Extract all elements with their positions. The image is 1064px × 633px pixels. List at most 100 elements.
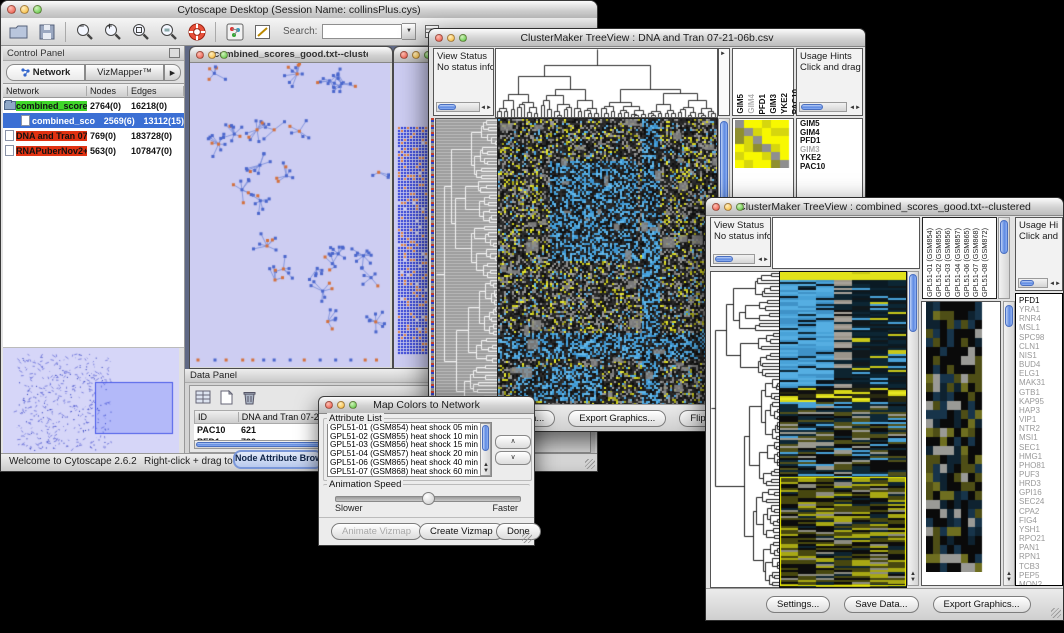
settings-button[interactable]: Settings... (766, 596, 830, 613)
gene-label[interactable]: MSI1 (1019, 433, 1062, 442)
help-lifebuoy-icon[interactable] (185, 20, 208, 43)
network-overview-thumbnail[interactable] (3, 348, 179, 456)
gene-label[interactable]: HMG1 (1019, 452, 1062, 461)
network-canvas[interactable] (190, 63, 390, 367)
zoom-out-icon[interactable]: − (73, 20, 96, 43)
minimize-icon[interactable] (724, 203, 732, 211)
minimize-icon[interactable] (447, 34, 455, 42)
gene-label[interactable]: KAP95 (1019, 397, 1062, 406)
zoom-window-icon[interactable] (220, 51, 228, 59)
treeview1-titlebar[interactable]: ClusterMaker TreeView : DNA and Tran 07-… (429, 29, 865, 47)
treeview2-heatmap[interactable] (779, 271, 907, 588)
usage-hints-hscrollbar[interactable] (1018, 278, 1048, 288)
gene-label[interactable]: NTR2 (1019, 424, 1062, 433)
open-file-icon[interactable] (7, 20, 30, 43)
treeview1-column-dendrogram[interactable] (495, 48, 718, 118)
treeview2-row-dendrogram[interactable] (710, 271, 780, 588)
search-combobox[interactable]: ▼ (322, 23, 416, 40)
minimize-icon[interactable] (208, 51, 216, 59)
tab-overflow-icon[interactable]: ▶ (164, 64, 181, 81)
zoom-in-icon[interactable]: + (101, 20, 124, 43)
gene-label[interactable]: PAN1 (1019, 543, 1062, 552)
gene-label[interactable]: CPA2 (1019, 507, 1062, 516)
treeview2-titlebar[interactable]: ClusterMaker TreeView : combined_scores_… (706, 198, 1063, 216)
view-status-hscrollbar[interactable] (713, 254, 755, 264)
gene-label[interactable]: NIS1 (1019, 351, 1062, 360)
close-icon[interactable] (712, 203, 720, 211)
close-icon[interactable] (7, 5, 16, 14)
gene-label[interactable]: PUF3 (1019, 470, 1062, 479)
gene-label[interactable]: RPO21 (1019, 534, 1062, 543)
gene-label[interactable]: GPI16 (1019, 488, 1062, 497)
gene-label[interactable]: BUD4 (1019, 360, 1062, 369)
gene-label[interactable]: MSL1 (1019, 323, 1062, 332)
gene-label[interactable]: FIG4 (1019, 516, 1062, 525)
animate-vizmap-button[interactable]: Animate Vizmap (331, 523, 422, 540)
network-list-row[interactable]: combined_sco2569(6)13112(15) (3, 113, 184, 128)
new-attribute-icon[interactable] (217, 388, 235, 406)
gene-label[interactable]: PFD1 (1019, 296, 1062, 305)
close-icon[interactable] (196, 51, 204, 59)
zoom-fit-icon[interactable] (129, 20, 152, 43)
resize-grip[interactable] (1051, 608, 1061, 618)
main-titlebar[interactable]: Cytoscape Desktop (Session Name: collins… (1, 1, 597, 19)
treeview1-heatmap[interactable] (497, 118, 718, 409)
attribute-list-item[interactable]: GPL51-07 (GSM868) heat shock 60 min (328, 467, 491, 476)
gene-label[interactable]: SEC1 (1019, 443, 1062, 452)
view-status-hscrollbar[interactable] (436, 102, 480, 112)
treeview2-zoom-scrollbar[interactable]: ▲▼ (1003, 301, 1015, 586)
search-input[interactable] (322, 24, 402, 39)
create-vizmap-button[interactable]: Create Vizmap (419, 523, 504, 540)
usage-hints-hscrollbar[interactable] (799, 102, 847, 112)
search-dropdown-icon[interactable]: ▼ (402, 23, 416, 40)
done-button[interactable]: Done (496, 523, 541, 540)
network-list-row[interactable]: RNAPuberNov2+|563(0)107847(0) (3, 143, 184, 158)
gene-label[interactable]: YRA1 (1019, 305, 1062, 314)
animation-speed-slider-thumb[interactable] (422, 492, 435, 505)
zoom-window-icon[interactable] (349, 401, 357, 409)
treeview1-zoom-heatmap[interactable] (735, 120, 791, 168)
save-data-button[interactable]: Save Data... (844, 596, 918, 613)
treeview1-row-dendrogram[interactable] (435, 118, 498, 409)
zoom-selected-icon[interactable] (157, 20, 180, 43)
gene-label[interactable]: VIP1 (1019, 415, 1062, 424)
resize-grip[interactable] (585, 459, 595, 469)
export-graphics-button[interactable]: Export Graphics... (568, 410, 666, 427)
network-view-titlebar[interactable]: combined_scores_good.txt--cluste... (190, 47, 392, 63)
export-graphics-button[interactable]: Export Graphics... (933, 596, 1031, 613)
gene-label[interactable]: GTB1 (1019, 388, 1062, 397)
save-icon[interactable] (35, 20, 58, 43)
zoom-window-icon[interactable] (33, 5, 42, 14)
gene-label[interactable]: TCB3 (1019, 562, 1062, 571)
move-attribute-down-button[interactable]: ∨ (495, 451, 531, 465)
tab-vizmapper[interactable]: VizMapper™ (85, 64, 164, 81)
window-controls[interactable] (1, 5, 42, 14)
gene-label[interactable]: HRD3 (1019, 479, 1062, 488)
gene-label[interactable]: SEC24 (1019, 497, 1062, 506)
close-icon[interactable] (435, 34, 443, 42)
float-panel-icon[interactable] (169, 48, 180, 58)
gene-label[interactable]: HAP3 (1019, 406, 1062, 415)
minimize-icon[interactable] (412, 51, 420, 59)
gene-label[interactable]: RNR4 (1019, 314, 1062, 323)
tab-network[interactable]: Network (6, 64, 85, 81)
close-icon[interactable] (325, 401, 333, 409)
gene-label[interactable]: PHO81 (1019, 461, 1062, 470)
attribute-list-scrollbar[interactable]: ▲▼ (480, 423, 491, 476)
attribute-list[interactable]: GPL51-01 (GSM854) heat shock 05 minGPL51… (327, 422, 492, 477)
gene-label[interactable]: SPC98 (1019, 333, 1062, 342)
zoom-window-icon[interactable] (736, 203, 744, 211)
gene-label[interactable]: YSH1 (1019, 525, 1062, 534)
node-attribute-browser-tab[interactable]: Node Attribute Brows (233, 450, 323, 469)
network-list-row[interactable]: DNA and Tran 07769(0)183728(0) (3, 128, 184, 143)
network-list-row[interactable]: combined_scores2764(0)16218(0) (3, 98, 184, 113)
close-icon[interactable] (400, 51, 408, 59)
annotation-icon[interactable] (251, 20, 274, 43)
node-appearance-icon[interactable] (223, 20, 246, 43)
gene-label[interactable]: CLN1 (1019, 342, 1062, 351)
treeview2-zoom-heatmap[interactable] (926, 302, 983, 572)
minimize-icon[interactable] (20, 5, 29, 14)
treeview2-vscrollbar[interactable]: ▲▼ (907, 271, 919, 586)
treeview1-dendrogram-scroll-strip[interactable]: ► (718, 48, 730, 116)
move-attribute-up-button[interactable]: ∧ (495, 435, 531, 449)
